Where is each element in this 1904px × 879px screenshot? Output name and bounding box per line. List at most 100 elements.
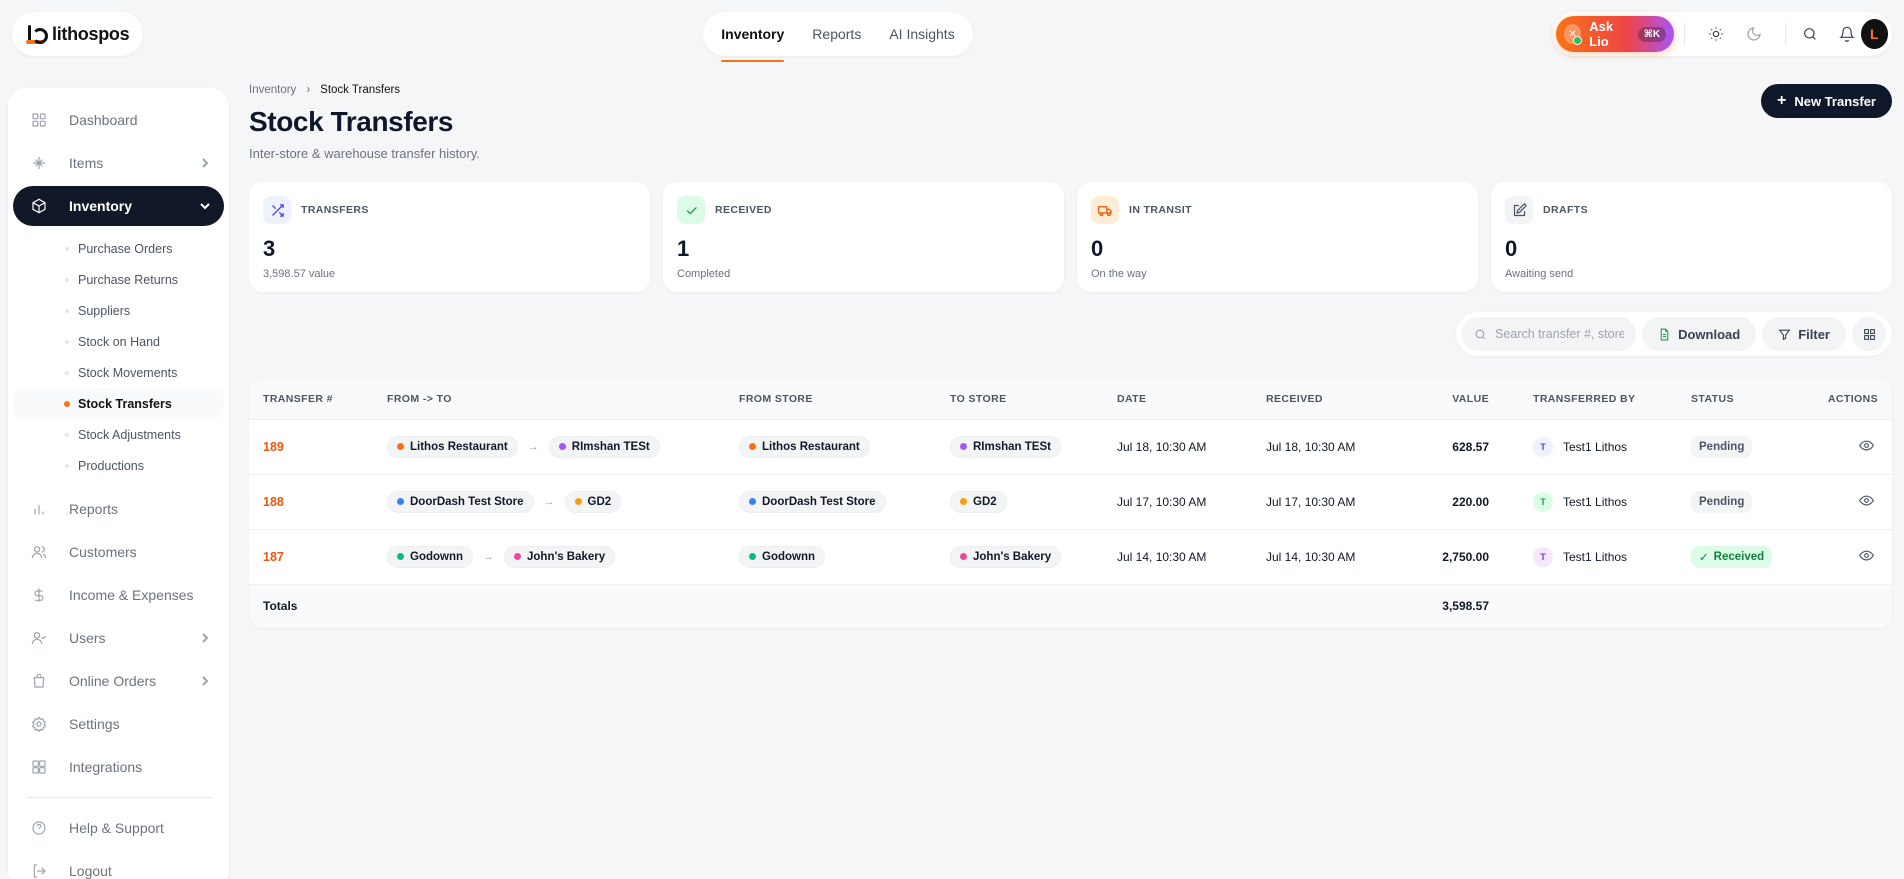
gear-icon (31, 716, 47, 732)
sidebar-item-dashboard[interactable]: Dashboard (13, 100, 224, 140)
chevron-right-icon (200, 676, 210, 686)
subnav-suppliers[interactable]: Suppliers (13, 295, 224, 326)
sidebar-divider (27, 797, 212, 798)
store-dot (749, 553, 756, 560)
col-received[interactable]: RECEIVED (1252, 379, 1390, 420)
subnav-productions[interactable]: Productions (13, 450, 224, 481)
divider (1785, 23, 1786, 45)
grid-view-button[interactable] (1852, 317, 1886, 351)
col-transfer-num[interactable]: TRANSFER # (249, 379, 373, 420)
subnav-stock-on-hand[interactable]: Stock on Hand (13, 326, 224, 357)
topnav-reports[interactable]: Reports (812, 12, 861, 56)
col-status[interactable]: STATUS (1677, 379, 1812, 420)
eye-icon[interactable] (1858, 440, 1875, 456)
card-received: RECEIVED 1 Completed (663, 182, 1064, 292)
sidebar-item-online-orders[interactable]: Online Orders (13, 661, 224, 701)
col-transferred-by[interactable]: TRANSFERRED BY (1519, 379, 1677, 420)
subnav-stock-adjustments[interactable]: Stock Adjustments (13, 419, 224, 450)
sidebar-item-items[interactable]: Items (13, 143, 224, 183)
store-dot (397, 443, 404, 450)
sidebar-item-inventory[interactable]: Inventory (13, 186, 224, 226)
transferred-by: T Test1 Lithos (1533, 436, 1677, 457)
top-right-actions: ✕ Ask Lio ⌘K L (1552, 12, 1892, 56)
brand-logo[interactable]: lithospos (12, 12, 144, 56)
topnav-inventory[interactable]: Inventory (721, 12, 785, 62)
card-sub: Awaiting send (1505, 268, 1574, 280)
transferred-by: T Test1 Lithos (1533, 491, 1677, 512)
subnav-stock-movements[interactable]: Stock Movements (13, 357, 224, 388)
sidebar-item-label: Integrations (69, 759, 143, 775)
ask-lio-button[interactable]: ✕ Ask Lio ⌘K (1556, 16, 1675, 52)
sidebar-item-users[interactable]: Users (13, 618, 224, 658)
bell-icon[interactable] (1833, 19, 1860, 49)
status-label: Pending (1699, 495, 1745, 508)
to-store-chip: RImshan TESt (548, 435, 660, 458)
search-box[interactable] (1462, 317, 1637, 351)
filter-button[interactable]: Filter (1762, 317, 1846, 351)
eye-icon[interactable] (1858, 495, 1875, 511)
sidebar-item-integrations[interactable]: Integrations (13, 747, 224, 787)
chevron-right-icon (200, 158, 210, 168)
table-row[interactable]: 187 Godownn → John's Bakery Godownn John's Ba… (249, 529, 1892, 585)
subnav-purchase-returns[interactable]: Purchase Returns (13, 264, 224, 295)
ask-lio-label: Ask Lio (1589, 19, 1614, 49)
breadcrumb-inventory[interactable]: Inventory (249, 84, 296, 96)
summary-cards: TRANSFERS 3 3,598.57 value RECEIVED 1 Co… (249, 182, 1892, 292)
col-to-store[interactable]: TO STORE (936, 379, 1103, 420)
col-from-store[interactable]: FROM STORE (725, 379, 936, 420)
table-row[interactable]: 188 DoorDash Test Store → GD2 DoorDash Test … (249, 474, 1892, 530)
new-transfer-button[interactable]: + New Transfer (1761, 84, 1892, 118)
eye-icon[interactable] (1858, 550, 1875, 566)
moon-icon[interactable] (1739, 19, 1769, 49)
store-dot (960, 553, 967, 560)
sidebar-item-help[interactable]: Help & Support (13, 808, 224, 848)
sidebar-item-label: Users (69, 630, 106, 646)
sidebar-item-customers[interactable]: Customers (13, 532, 224, 572)
status-badge: ✓ Received (1691, 545, 1773, 568)
transfer-number-link[interactable]: 188 (263, 495, 284, 509)
table-row[interactable]: 189 Lithos Restaurant → RImshan TESt Lithos … (249, 419, 1892, 475)
store-dot (960, 498, 967, 505)
arrow-right-icon: → (483, 551, 495, 563)
search-icon[interactable] (1796, 19, 1823, 49)
download-button[interactable]: Download (1642, 317, 1757, 351)
transfer-number-link[interactable]: 187 (263, 550, 284, 564)
card-in-transit: IN TRANSIT 0 On the way (1077, 182, 1478, 292)
subnav-stock-transfers[interactable]: Stock Transfers (13, 388, 224, 419)
sidebar-item-label: Customers (69, 544, 137, 560)
user-avatar[interactable]: L (1860, 19, 1889, 49)
check-icon: ✓ (1699, 551, 1709, 564)
sun-icon[interactable] (1701, 19, 1731, 49)
integrations-icon (31, 759, 47, 775)
col-from-to[interactable]: FROM -> TO (373, 379, 725, 420)
col-value[interactable]: VALUE (1390, 379, 1519, 420)
received-cell: Jul 17, 10:30 AM (1252, 474, 1390, 530)
theme-toggle[interactable] (1695, 19, 1775, 49)
sidebar: Dashboard Items Inventory Purchase Order… (8, 88, 229, 879)
card-drafts: DRAFTS 0 Awaiting send (1491, 182, 1892, 292)
card-value: 0 (1091, 236, 1104, 261)
search-input[interactable] (1495, 327, 1625, 341)
sidebar-item-label: Income & Expenses (69, 587, 194, 603)
card-label: DRAFTS (1543, 204, 1588, 216)
page-subtitle: Inter-store & warehouse transfer history… (249, 146, 480, 161)
sidebar-item-settings[interactable]: Settings (13, 704, 224, 744)
lithospos-logo-icon (26, 24, 48, 44)
totals-value: 3,598.57 (1390, 584, 1519, 628)
col-date[interactable]: DATE (1103, 379, 1252, 420)
top-navigation: Inventory Reports AI Insights (703, 12, 973, 62)
chip-label: John's Bakery (527, 550, 606, 563)
totals-label: Totals (249, 584, 373, 628)
transfer-number-link[interactable]: 189 (263, 440, 284, 454)
sidebar-item-logout[interactable]: Logout (13, 851, 224, 879)
subnav-purchase-orders[interactable]: Purchase Orders (13, 233, 224, 264)
arrow-right-icon: → (527, 441, 539, 453)
card-value: 3 (263, 236, 276, 261)
to-store-chip: RImshan TESt (950, 435, 1061, 458)
sidebar-item-reports[interactable]: Reports (13, 489, 224, 529)
sidebar-item-income-expenses[interactable]: Income & Expenses (13, 575, 224, 615)
topnav-ai-insights[interactable]: AI Insights (889, 12, 954, 56)
store-dot (960, 443, 967, 450)
chip-label: Lithos Restaurant (410, 440, 508, 453)
logout-icon (31, 863, 47, 879)
